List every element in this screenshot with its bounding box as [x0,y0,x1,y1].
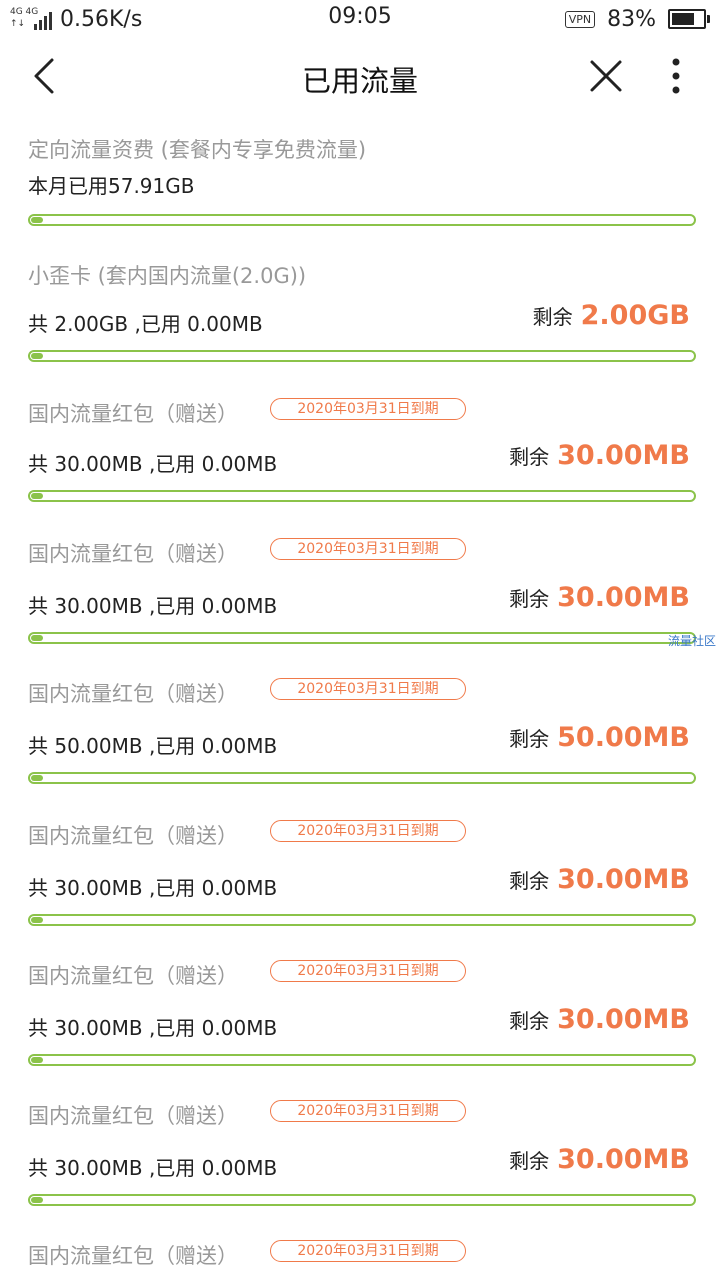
section-usage-text: 共 30.00MB ,已用 0.00MB [28,876,278,900]
status-bar: 4G 4G ↑↓ 0.56K/s 09:05 VPN 83% [0,0,720,38]
progress-bar [28,914,696,926]
progress-bar [28,1194,696,1206]
progress-bar [28,350,696,362]
remaining-amount: 剩余 50.00MB [509,722,690,753]
vpn-badge: VPN [564,10,596,28]
remaining-label: 剩余 [509,869,550,893]
title-bar: 已用流量 [0,40,720,114]
section-title: 国内流量红包（赠送） [28,824,238,848]
section-usage-text: 本月已用57.91GB [28,174,195,198]
battery-tip [707,15,710,23]
expiry-badge: 2020年03月31日到期 [270,398,466,420]
section-usage-text: 共 30.00MB ,已用 0.00MB [28,1156,278,1180]
expiry-badge: 2020年03月31日到期 [270,1100,466,1122]
section-usage-text: 共 30.00MB ,已用 0.00MB [28,1016,278,1040]
remaining-amount: 剩余 2.00GB [533,300,690,331]
progress-bar [28,772,696,784]
section-usage-text: 共 50.00MB ,已用 0.00MB [28,734,278,758]
progress-bar [28,490,696,502]
section-title: 定向流量资费 (套餐内专享免费流量) [28,138,367,162]
remaining-label: 剩余 [509,1009,550,1033]
remaining-label: 剩余 [532,305,573,329]
remaining-amount: 剩余 30.00MB [509,1144,690,1175]
remaining-amount: 剩余 30.00MB [509,582,690,613]
progress-fill [31,217,43,223]
remaining-value: 30.00MB [557,864,690,895]
remaining-amount: 剩余 30.00MB [509,440,690,471]
expiry-badge: 2020年03月31日到期 [270,820,466,842]
more-vertical-icon[interactable] [660,54,692,98]
expiry-badge: 2020年03月31日到期 [270,1240,466,1262]
progress-bar [28,1054,696,1066]
progress-fill [31,1197,43,1203]
battery-icon [668,9,710,29]
remaining-value: 2.00GB [580,300,690,331]
progress-fill [31,917,43,923]
remaining-value: 50.00MB [557,722,690,753]
section-title: 国内流量红包（赠送） [28,964,238,988]
section-title: 国内流量红包（赠送） [28,402,238,426]
section-title: 国内流量红包（赠送） [28,1104,238,1128]
progress-bar [28,632,696,644]
section-title: 国内流量红包（赠送） [28,1244,238,1268]
section-usage-text: 共 30.00MB ,已用 0.00MB [28,594,278,618]
remaining-amount: 剩余 30.00MB [509,1004,690,1035]
expiry-badge: 2020年03月31日到期 [270,960,466,982]
progress-fill [31,635,43,641]
watermark: 流量社区 [668,634,717,648]
remaining-value: 30.00MB [557,1004,690,1035]
close-icon[interactable] [586,56,626,96]
remaining-label: 剩余 [509,587,550,611]
remaining-value: 30.00MB [557,440,690,471]
battery-fill [672,13,694,25]
remaining-amount: 剩余 30.00MB [509,864,690,895]
progress-fill [31,775,43,781]
expiry-badge: 2020年03月31日到期 [270,538,466,560]
remaining-label: 剩余 [509,445,550,469]
progress-bar [28,214,696,226]
expiry-badge: 2020年03月31日到期 [270,678,466,700]
status-right: VPN 83% [564,4,710,34]
remaining-label: 剩余 [509,727,550,751]
progress-fill [31,353,43,359]
section-title: 国内流量红包（赠送） [28,682,238,706]
remaining-value: 30.00MB [557,1144,690,1175]
section-title: 小歪卡 (套内国内流量(2.0G)) [28,264,307,288]
remaining-label: 剩余 [509,1149,550,1173]
section-usage-text: 共 2.00GB ,已用 0.00MB [28,312,263,336]
section-usage-text: 共 30.00MB ,已用 0.00MB [28,452,278,476]
progress-fill [31,1057,43,1063]
remaining-value: 30.00MB [557,582,690,613]
section-title: 国内流量红包（赠送） [28,542,238,566]
progress-fill [31,493,43,499]
battery-percent: 83% [607,6,656,32]
